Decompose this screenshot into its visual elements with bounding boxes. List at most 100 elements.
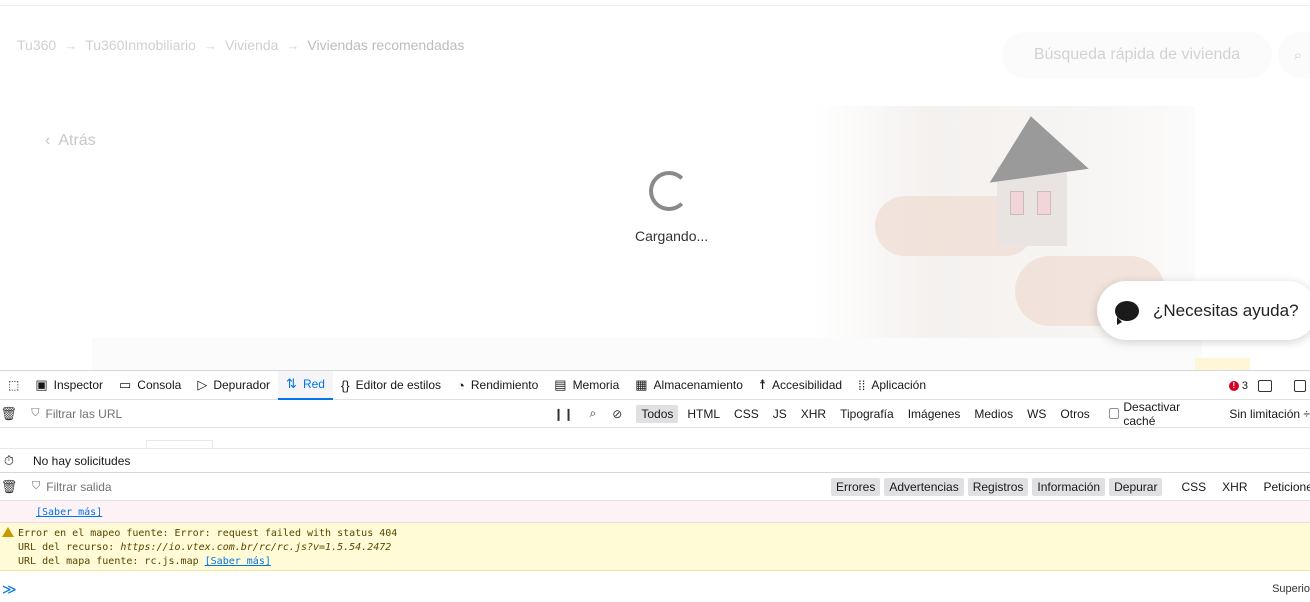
disable-cache-checkbox[interactable]: Desactivar caché <box>1108 399 1212 428</box>
tab-inspector[interactable]: ▣ Inspector <box>27 371 111 400</box>
network-toolbar: 🗑 ⛉ Filtrar las URL ❙❙ ⌕ ⊘ Todos HTML CS… <box>0 400 1310 428</box>
type-filter[interactable]: CSS <box>729 405 764 423</box>
back-button[interactable]: ‹ Atrás <box>45 132 96 150</box>
console-toolbar: 🗑 ⛉ Filtrar salida Errores Advertencias … <box>0 473 1310 501</box>
type-filter[interactable]: Medios <box>969 405 1018 423</box>
level-filter[interactable]: Errores <box>831 478 881 496</box>
console-error-message: [Saber más] <box>0 501 1310 523</box>
chevron-right-icon: → <box>286 37 300 53</box>
tab-debugger[interactable]: ▷ Depurador <box>189 371 278 400</box>
search-icon[interactable]: ⌕ <box>590 406 597 421</box>
tab-label: Inspector <box>53 378 103 392</box>
search-input[interactable] <box>1027 46 1247 64</box>
console-input[interactable]: ≫ Superio <box>0 576 1310 602</box>
devtools-toolbox-controls: ! 3 <box>1228 371 1310 400</box>
devtools-tabbar: ⬚ ▣ Inspector ▭ Consola ▷ Depurador ⇅ Red {}… <box>0 370 1310 400</box>
search-button[interactable]: ⌕ <box>1278 32 1310 78</box>
tab-label: Almacenamiento <box>653 378 743 392</box>
tab-style-editor[interactable]: {} Editor de estilos <box>333 371 449 400</box>
help-chat-button[interactable]: ¿Necesitas ayuda? <box>1097 281 1310 340</box>
application-icon: ⁞⁞ <box>858 377 866 393</box>
tab-label: Depurador <box>213 378 271 392</box>
network-status: ⏱ No hay solicitudes <box>0 448 1310 473</box>
console-filter-input[interactable]: ⛉ Filtrar salida <box>18 480 558 494</box>
type-filter[interactable]: JS <box>768 405 792 423</box>
devtools-panel: ⬚ ▣ Inspector ▭ Consola ▷ Depurador ⇅ Red {}… <box>0 370 1310 602</box>
tab-label: Accesibilidad <box>772 378 843 392</box>
disable-cache-label: Desactivar caché <box>1123 399 1181 428</box>
level-filter[interactable]: Depurar <box>1109 478 1163 496</box>
loading-label: Cargando... <box>635 228 709 244</box>
level-filter[interactable]: Registros <box>967 478 1029 496</box>
chat-bubble-icon <box>1115 300 1139 325</box>
tab-label: Red <box>302 377 325 391</box>
breadcrumb-item-tu360[interactable]: Tu360 <box>17 37 56 53</box>
breadcrumb: Tu360 → Tu360Inmobiliario → Vivienda → V… <box>17 37 464 53</box>
console-level-filters: Errores Advertencias Registros Informaci… <box>831 478 1310 496</box>
content-strip <box>92 338 1202 370</box>
type-filter[interactable]: WS <box>1022 405 1051 423</box>
error-count: 3 <box>1241 379 1248 392</box>
type-filter[interactable]: XHR <box>796 405 831 423</box>
error-count-badge[interactable]: ! 3 <box>1228 379 1248 392</box>
accessibility-icon: ☨ <box>758 377 767 392</box>
learn-more-link[interactable]: [Saber más] <box>36 507 102 518</box>
element-picker-icon: ⬚ <box>8 378 20 392</box>
request-type-filters: Todos HTML CSS JS XHR Tipografía Imágene… <box>636 404 1098 423</box>
tab-label: Aplicación <box>871 378 927 392</box>
filter-placeholder: Filtrar salida <box>46 479 112 494</box>
clear-trash-icon[interactable]: 🗑 <box>0 479 18 495</box>
tab-performance[interactable]: ◔ Rendimiento <box>449 371 546 400</box>
learn-more-link[interactable]: [Saber más] <box>205 556 271 567</box>
split-console-icon[interactable] <box>1258 379 1272 392</box>
tab-accessibility[interactable]: ☨ Accesibilidad <box>751 371 850 400</box>
request-filter[interactable]: XHR <box>1217 478 1252 496</box>
resource-url[interactable]: https://io.vtex.com.br/rc/rc.js?v=1.5.54… <box>120 542 391 553</box>
type-filter[interactable]: Todos <box>636 404 679 423</box>
filter-icon: ⛉ <box>32 480 41 492</box>
tab-storage[interactable]: ▦ Almacenamiento <box>627 371 751 400</box>
tab-application[interactable]: ⁞⁞ Aplicación <box>850 371 934 400</box>
tab-label: Memoria <box>572 378 620 392</box>
chevron-right-icon: → <box>64 37 78 53</box>
style-editor-icon: {} <box>340 377 350 393</box>
url-filter-input[interactable]: ⛉ Filtrar las URL <box>17 407 535 421</box>
warning-line: URL del recurso: https://io.vtex.com.br/… <box>18 542 391 553</box>
network-tools: ❙❙ ⌕ ⊘ <box>545 406 630 421</box>
pause-icon[interactable]: ❙❙ <box>553 407 573 421</box>
clear-trash-icon[interactable]: 🗑 <box>0 406 17 422</box>
request-filter[interactable]: Peticiones <box>1259 478 1310 496</box>
dock-side-icon[interactable] <box>1294 379 1306 392</box>
request-filter[interactable]: CSS <box>1176 478 1211 496</box>
breadcrumb-item-inmobiliario[interactable]: Tu360Inmobiliario <box>85 37 196 53</box>
level-filter[interactable]: Advertencias <box>884 478 964 496</box>
breadcrumb-item-vivienda[interactable]: Vivienda <box>225 37 278 53</box>
tab-network[interactable]: ⇅ Red <box>278 370 333 400</box>
network-icon: ⇅ <box>286 376 297 391</box>
element-picker-button[interactable]: ⬚ <box>0 371 27 400</box>
no-requests-label: No hay solicitudes <box>33 453 131 468</box>
type-filter[interactable]: HTML <box>682 405 725 423</box>
top-divider <box>0 5 1310 6</box>
tab-label: Rendimiento <box>470 378 539 392</box>
warning-label: URL del recurso: <box>18 542 121 553</box>
tab-console[interactable]: ▭ Consola <box>111 371 189 400</box>
tab-label: Consola <box>137 378 182 392</box>
error-icon: ! <box>1228 380 1239 391</box>
editor-position-label[interactable]: Superio <box>1272 583 1310 595</box>
level-filter[interactable]: Información <box>1032 478 1106 496</box>
tab-memory[interactable]: ▤ Memoria <box>546 371 627 400</box>
warning-line: Error en el mapeo fuente: Error: request… <box>18 528 398 539</box>
type-filter[interactable]: Imágenes <box>903 405 966 423</box>
loading-spinner-icon <box>649 171 689 211</box>
network-ghost-row <box>0 428 1310 448</box>
warning-line: URL del mapa fuente: rc.js.map [Saber má… <box>18 556 271 567</box>
inspector-icon: ▣ <box>35 377 48 392</box>
block-icon[interactable]: ⊘ <box>612 407 622 421</box>
highlight-tab <box>1195 358 1250 370</box>
chevron-right-icon: → <box>203 37 217 53</box>
console-warning-message: Error en el mapeo fuente: Error: request… <box>0 523 1310 571</box>
type-filter[interactable]: Tipografía <box>835 405 899 423</box>
throttling-select[interactable]: Sin limitación ÷ <box>1229 407 1310 421</box>
type-filter[interactable]: Otros <box>1055 405 1094 423</box>
